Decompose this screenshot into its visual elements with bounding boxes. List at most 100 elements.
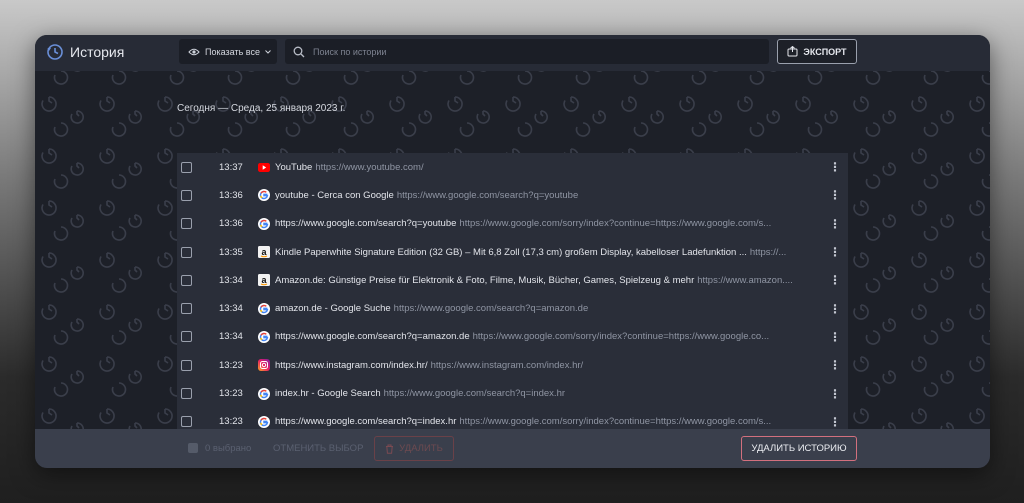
row-url: https://... (749, 246, 787, 258)
more-options-icon[interactable]: ⋮ (829, 218, 841, 230)
history-row[interactable]: 13:34 a Amazon.de: Günstige Preise für E… (177, 266, 848, 294)
row-checkbox[interactable] (181, 246, 192, 258)
history-row[interactable]: 13:35 a Kindle Paperwhite Signature Edit… (177, 238, 848, 266)
google-icon (258, 330, 270, 343)
trash-icon (386, 444, 394, 454)
google-icon (258, 217, 270, 230)
row-time: 13:23 (219, 359, 243, 371)
history-row[interactable]: 13:23 index.hr - Google Search https://ww… (177, 379, 848, 407)
row-title: Kindle Paperwhite Signature Edition (32 … (275, 246, 747, 258)
history-row[interactable]: 13:34 https://www.google.com/search?q=am… (177, 323, 848, 351)
export-button[interactable]: ЭКСПОРТ (777, 39, 857, 64)
row-url: https://www.instagram.com/index.hr/ (430, 359, 584, 371)
row-text[interactable]: https://www.google.com/search?q=index.hr… (275, 416, 807, 427)
row-url: https://www.google.com/sorry/index?conti… (459, 218, 772, 230)
row-text[interactable]: https://www.google.com/search?q=amazon.d… (275, 331, 807, 342)
row-title: https://www.google.com/search?q=youtube (275, 218, 457, 230)
row-time: 13:37 (219, 161, 243, 173)
row-text[interactable]: YouTube https://www.youtube.com/ (275, 162, 807, 173)
show-all-dropdown[interactable]: Показать все (179, 39, 277, 64)
delete-label: УДАЛИТЬ (399, 443, 443, 454)
row-time: 13:23 (219, 416, 243, 428)
history-row[interactable]: 13:37 YouTube https://www.youtube.com/ ⋮ (177, 153, 848, 181)
page-title: История (70, 44, 125, 60)
row-url: https://www.google.com/sorry/index?conti… (472, 331, 770, 343)
row-checkbox[interactable] (181, 416, 192, 428)
more-options-icon[interactable]: ⋮ (829, 246, 841, 258)
row-time: 13:34 (219, 331, 243, 343)
row-checkbox[interactable] (181, 189, 192, 201)
row-text[interactable]: Amazon.de: Günstige Preise für Elektroni… (275, 275, 807, 286)
export-label: ЭКСПОРТ (803, 46, 847, 57)
row-text[interactable]: index.hr - Google Search https://www.goog… (275, 388, 807, 399)
amazon-icon: a (258, 274, 270, 287)
row-time: 13:23 (219, 388, 243, 400)
row-time: 13:34 (219, 274, 243, 286)
row-title: amazon.de - Google Suche (275, 303, 391, 315)
history-window: История Показать все ЭКСПОРТ (35, 35, 990, 468)
row-text[interactable]: amazon.de - Google Suche https://www.goog… (275, 303, 807, 314)
row-title: https://www.google.com/search?q=index.hr (275, 416, 457, 428)
date-heading: Сегодня — Среда, 25 января 2023 г. (177, 103, 346, 114)
google-icon (258, 302, 270, 315)
search-input[interactable] (313, 46, 753, 57)
row-checkbox[interactable] (181, 359, 192, 371)
row-text[interactable]: Kindle Paperwhite Signature Edition (32 … (275, 247, 807, 258)
export-icon (787, 46, 798, 57)
clear-history-button[interactable]: УДАЛИТЬ ИСТОРИЮ (741, 436, 857, 461)
selected-count: 0 выбрано (205, 443, 252, 454)
history-row[interactable]: 13:36 https://www.google.com/search?q=yo… (177, 210, 848, 238)
history-row[interactable]: 13:23 https://www.google.com/search?q=in… (177, 408, 848, 429)
row-title: https://www.instagram.com/index.hr/ (275, 359, 428, 371)
row-title: YouTube (275, 161, 313, 173)
row-time: 13:36 (219, 189, 243, 201)
more-options-icon[interactable]: ⋮ (829, 388, 841, 400)
row-text[interactable]: https://www.instagram.com/index.hr/https… (275, 360, 807, 371)
row-checkbox[interactable] (181, 388, 192, 400)
show-all-label: Показать все (205, 46, 260, 57)
row-checkbox[interactable] (181, 218, 192, 230)
row-checkbox[interactable] (181, 161, 192, 173)
more-options-icon[interactable]: ⋮ (829, 359, 841, 371)
more-options-icon[interactable]: ⋮ (829, 274, 841, 286)
history-clock-icon (47, 44, 63, 60)
row-time: 13:34 (219, 303, 243, 315)
chevron-down-icon (265, 49, 271, 54)
header-bar: История Показать все ЭКСПОРТ (35, 35, 990, 71)
more-options-icon[interactable]: ⋮ (829, 189, 841, 201)
row-text[interactable]: youtube - Cerca con Google https://www.go… (275, 190, 807, 201)
more-options-icon[interactable]: ⋮ (829, 416, 841, 428)
row-url: https://www.amazon.... (697, 274, 793, 286)
cancel-selection-button[interactable]: ОТМЕНИТЬ ВЫБОР (273, 443, 363, 454)
select-all-checkbox[interactable] (188, 443, 198, 453)
footer-bar: 0 выбрано ОТМЕНИТЬ ВЫБОР УДАЛИТЬ УДАЛИТЬ… (35, 429, 990, 468)
search-box (285, 39, 769, 64)
history-row[interactable]: 13:34 amazon.de - Google Suche https://ww… (177, 294, 848, 322)
amazon-icon: a (258, 246, 270, 259)
delete-button[interactable]: УДАЛИТЬ (374, 436, 454, 461)
google-icon (258, 189, 270, 202)
google-icon (258, 387, 270, 400)
row-checkbox[interactable] (181, 331, 192, 343)
more-options-icon[interactable]: ⋮ (829, 161, 841, 173)
history-list: 13:37 YouTube https://www.youtube.com/ ⋮ … (177, 153, 848, 429)
eye-icon (188, 48, 200, 55)
more-options-icon[interactable]: ⋮ (829, 331, 841, 343)
row-title: Amazon.de: Günstige Preise für Elektroni… (275, 274, 695, 286)
row-checkbox[interactable] (181, 274, 192, 286)
row-time: 13:35 (219, 246, 243, 258)
history-row[interactable]: 13:23 https://www.instagram.com/index.hr… (177, 351, 848, 379)
google-icon (258, 415, 270, 428)
row-url: https://www.youtube.com/ (315, 161, 424, 173)
row-url: https://www.google.com/search?q=youtube (396, 189, 579, 201)
row-time: 13:36 (219, 218, 243, 230)
row-title: youtube - Cerca con Google (275, 189, 394, 201)
youtube-icon (258, 161, 270, 173)
row-checkbox[interactable] (181, 303, 192, 315)
row-url: https://www.google.com/search?q=index.hr (383, 388, 566, 400)
history-row[interactable]: 13:36 youtube - Cerca con Google https://… (177, 181, 848, 209)
row-title: index.hr - Google Search (275, 388, 381, 400)
more-options-icon[interactable]: ⋮ (829, 303, 841, 315)
row-text[interactable]: https://www.google.com/search?q=youtube h… (275, 218, 807, 229)
row-url: https://www.google.com/sorry/index?conti… (459, 416, 772, 428)
